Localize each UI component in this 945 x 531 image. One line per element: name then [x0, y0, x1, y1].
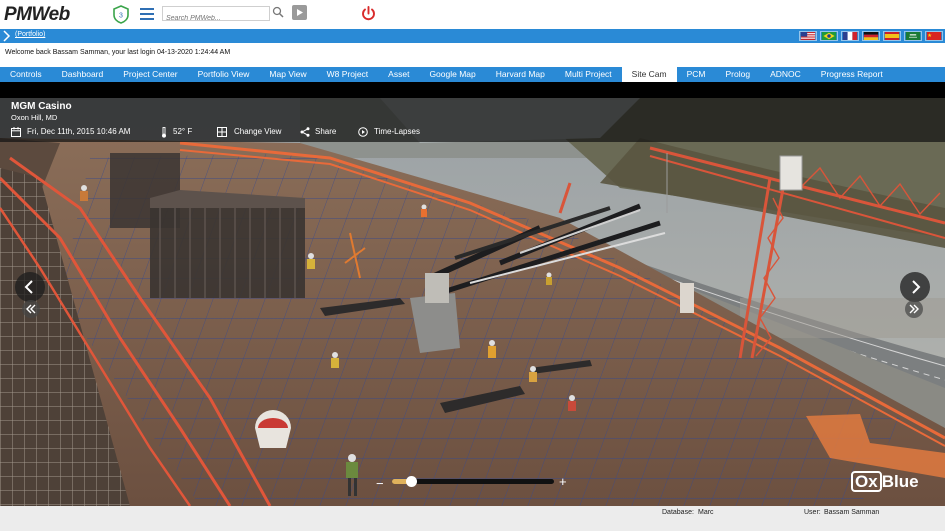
welcome-message: Welcome back Bassam Samman, your last lo… [5, 49, 231, 56]
grid-view-icon [217, 127, 227, 137]
oxblue-logo: Ox Blue [851, 470, 919, 493]
user-value: Bassam Samman [824, 509, 880, 516]
nav-item-progress-report[interactable]: Progress Report [811, 67, 893, 82]
share-icon [300, 127, 310, 137]
nav-item-w8-project[interactable]: W8 Project [317, 67, 379, 82]
camera-info-band: MGM Casino Oxon Hill, MD Fri, Dec 11th, … [0, 98, 945, 142]
site-location: Oxon Hill, MD [11, 113, 58, 122]
search-input[interactable] [163, 12, 269, 25]
status-footer: Database: Marc User: Bassam Samman [0, 506, 945, 531]
play-circle-icon [358, 127, 368, 137]
pmweb-logo[interactable]: PMWeb [4, 3, 70, 27]
next-image-button[interactable] [900, 272, 930, 302]
nav-item-portfolio-view[interactable]: Portfolio View [188, 67, 260, 82]
double-chevron-left-icon [26, 304, 36, 314]
site-cam-viewer: MGM Casino Oxon Hill, MD Fri, Dec 11th, … [0, 98, 945, 506]
shield-icon[interactable]: 3 [112, 5, 130, 24]
zoom-out-button[interactable]: − [376, 476, 384, 491]
share-button[interactable]: Share [300, 126, 345, 138]
top-header: PMWeb 3 [0, 0, 945, 29]
chevron-left-icon [24, 280, 33, 294]
zoom-in-button[interactable]: + [559, 474, 567, 489]
nav-item-harvard-map[interactable]: Harvard Map [486, 67, 555, 82]
viewer-top-strip [0, 82, 945, 98]
nav-item-project-center[interactable]: Project Center [113, 67, 187, 82]
change-view-button[interactable]: Change View [217, 126, 287, 138]
database-label: Database: [662, 509, 694, 516]
france-flag-icon[interactable] [841, 31, 859, 41]
shield-badge: 3 [119, 13, 123, 20]
double-chevron-right-icon [909, 304, 919, 314]
nav-item-pcm[interactable]: PCM [677, 67, 716, 82]
main-navigation: Controls Dashboard Project Center Portfolio… [0, 67, 945, 82]
time-lapses-label: Time-Lapses [374, 127, 420, 136]
temperature-value: 52° F [173, 127, 193, 136]
site-title: MGM Casino [11, 101, 72, 112]
germany-flag-icon[interactable] [862, 31, 880, 41]
temperature-readout: 52° F [160, 126, 210, 138]
share-label: Share [315, 127, 337, 136]
nav-item-asset[interactable]: Asset [378, 67, 419, 82]
search-icon[interactable] [272, 6, 284, 18]
language-flags [799, 31, 943, 41]
video-icon[interactable] [292, 5, 307, 20]
search-box [162, 6, 270, 25]
spain-flag-icon[interactable] [883, 31, 901, 41]
time-lapses-button[interactable]: Time-Lapses [358, 126, 428, 138]
power-icon[interactable] [360, 5, 377, 22]
nav-item-google-map[interactable]: Google Map [419, 67, 485, 82]
first-image-button[interactable] [22, 300, 40, 318]
previous-image-button[interactable] [15, 272, 45, 302]
site-cam-photo [0, 98, 945, 506]
breadcrumb-portfolio-link[interactable]: (Portfolio) [15, 31, 45, 38]
china-flag-icon[interactable] [925, 31, 943, 41]
saudi-flag-icon[interactable] [904, 31, 922, 41]
breadcrumb: (Portfolio) [0, 29, 945, 43]
nav-item-map-view[interactable]: Map View [259, 67, 316, 82]
app-window: PMWeb 3 (Portfolio) [0, 0, 945, 531]
nav-item-adnoc[interactable]: ADNOC [760, 67, 811, 82]
chevron-right-icon [912, 280, 921, 294]
user-label: User: [804, 509, 821, 516]
hamburger-menu-icon[interactable] [140, 8, 154, 20]
chevron-right-icon[interactable] [3, 30, 11, 42]
brazil-flag-icon[interactable] [820, 31, 838, 41]
nav-item-controls[interactable]: Controls [0, 67, 52, 82]
nav-item-site-cam[interactable]: Site Cam [621, 67, 677, 82]
date-picker-button[interactable]: Fri, Dec 11th, 2015 10:46 AM [11, 126, 151, 138]
last-image-button[interactable] [905, 300, 923, 318]
database-value: Marc [698, 509, 714, 516]
us-flag-icon[interactable] [799, 31, 817, 41]
nav-item-multi-project[interactable]: Multi Project [555, 67, 622, 82]
zoom-slider[interactable] [392, 476, 554, 487]
calendar-icon [11, 127, 21, 137]
camera-datetime: Fri, Dec 11th, 2015 10:46 AM [27, 127, 131, 136]
nav-item-dashboard[interactable]: Dashboard [52, 67, 114, 82]
thermometer-icon [162, 127, 166, 138]
welcome-bar: Welcome back Bassam Samman, your last lo… [0, 43, 945, 66]
nav-item-prolog[interactable]: Prolog [716, 67, 761, 82]
change-view-label: Change View [234, 127, 282, 136]
